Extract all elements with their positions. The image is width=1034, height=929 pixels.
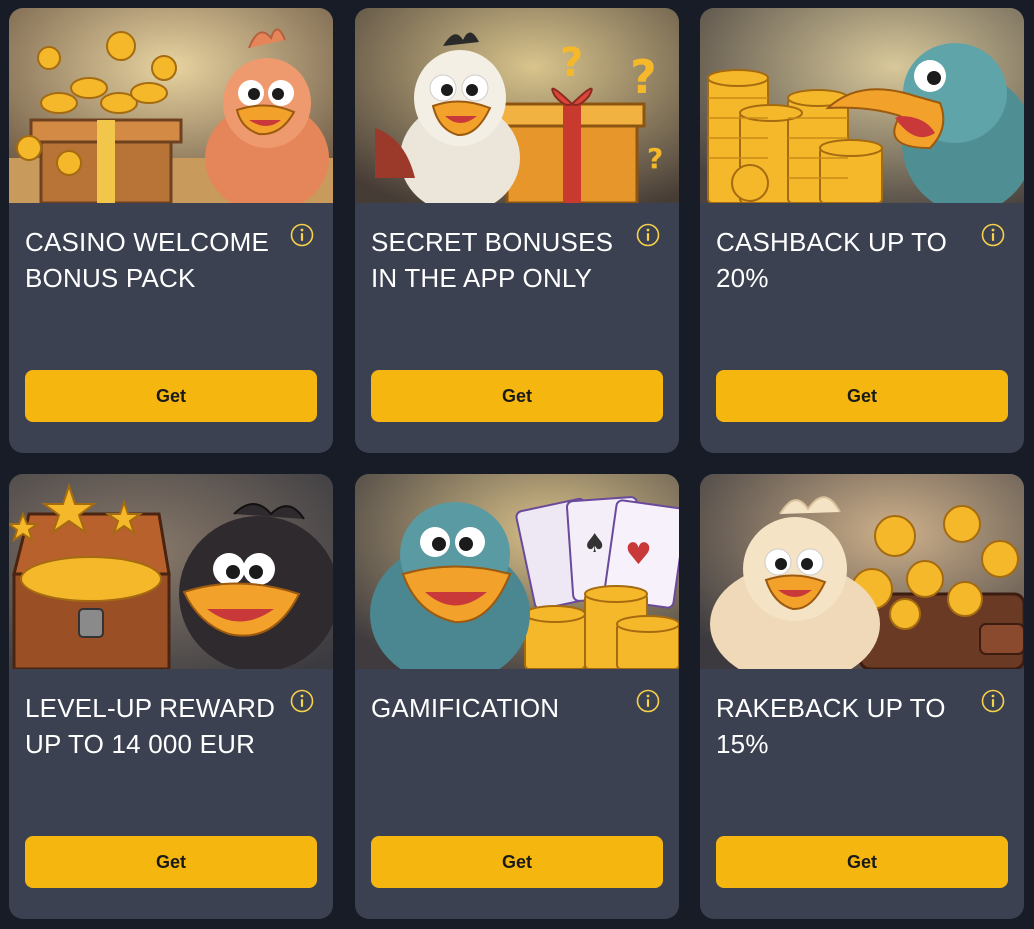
promo-card-level-up: LEVEL-UP REWARD UP TO 14 000 EUR Get [9, 474, 333, 919]
get-bonus-button[interactable]: Get [371, 370, 663, 422]
svg-text:♠: ♠ [583, 529, 606, 559]
info-circle-icon[interactable] [981, 689, 1005, 713]
get-bonus-button[interactable]: Get [25, 370, 317, 422]
promo-title: CASHBACK UP TO 20% [716, 227, 948, 293]
black-bird-treasure-illustration [9, 474, 333, 669]
chicken-gift-illustration [9, 8, 333, 203]
promo-title: SECRET BONUSES IN THE APP ONLY [371, 227, 614, 293]
info-circle-icon[interactable] [636, 689, 660, 713]
get-bonus-button[interactable]: Get [25, 836, 317, 888]
promo-title: GAMIFICATION [371, 693, 560, 723]
svg-text:?: ? [630, 50, 657, 104]
get-bonus-button[interactable]: Get [716, 370, 1008, 422]
info-circle-icon[interactable] [636, 223, 660, 247]
svg-text:♥: ♥ [625, 537, 652, 572]
svg-text:?: ? [647, 142, 663, 175]
white-bird-gift-illustration: ? ? ? [355, 8, 679, 203]
cream-chicken-wallet-illustration [700, 474, 1024, 669]
get-bonus-button[interactable]: Get [716, 836, 1008, 888]
teal-bird-cards-illustration: ♥ ♠ [355, 474, 679, 669]
info-circle-icon[interactable] [981, 223, 1005, 247]
promo-title: CASINO WELCOME BONUS PACK [25, 227, 270, 293]
promo-title: LEVEL-UP REWARD UP TO 14 000 EUR [25, 693, 276, 759]
promo-title: RAKEBACK UP TO 15% [716, 693, 946, 759]
info-circle-icon[interactable] [290, 223, 314, 247]
svg-text:?: ? [560, 40, 583, 86]
promo-card-secret-bonuses: ? ? ? SECRET BONUSES IN THE APP ONLY Get [355, 8, 679, 453]
promotions-grid: CASINO WELCOME BONUS PACK Get ? ? ? SECR… [0, 0, 1034, 929]
teal-bird-coins-illustration [700, 8, 1024, 203]
promo-card-welcome-bonus: CASINO WELCOME BONUS PACK Get [9, 8, 333, 453]
info-circle-icon[interactable] [290, 689, 314, 713]
get-bonus-button[interactable]: Get [371, 836, 663, 888]
promo-card-cashback: CASHBACK UP TO 20% Get [700, 8, 1024, 453]
promo-card-rakeback: RAKEBACK UP TO 15% Get [700, 474, 1024, 919]
promo-card-gamification: ♥ ♠ GAMIFICATION Get [355, 474, 679, 919]
